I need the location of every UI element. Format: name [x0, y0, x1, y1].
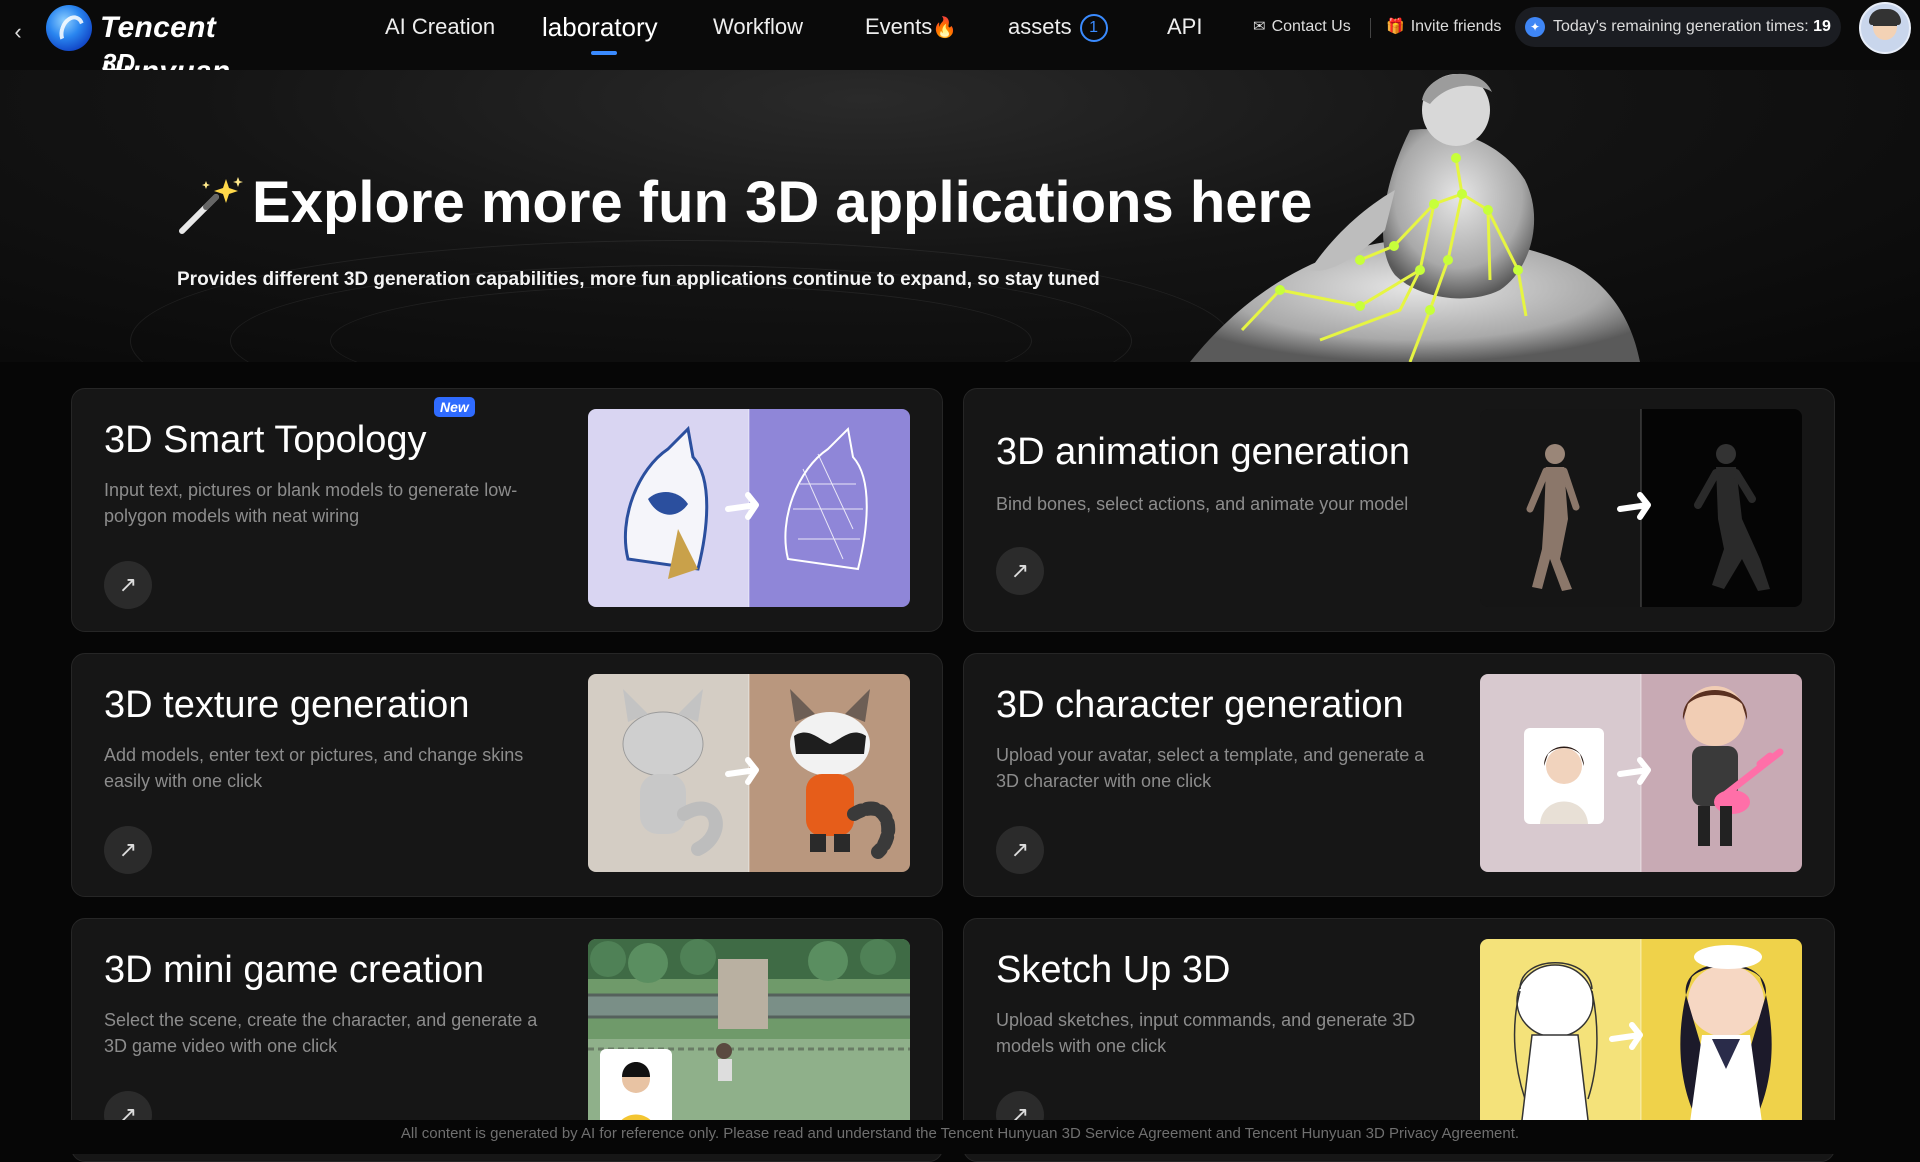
arrow-up-right-icon[interactable]: ↗ — [104, 826, 152, 874]
card-description: Input text, pictures or blank models to … — [104, 480, 518, 526]
magic-wand-icon — [179, 177, 243, 234]
card-description: Upload your avatar, select a template, a… — [996, 745, 1425, 791]
nav-events[interactable]: Events🔥 — [865, 0, 957, 56]
card-3d-animation-generation[interactable]: 3D animation generation Bind bones, sele… — [963, 388, 1835, 632]
brand-suffix: 3D — [102, 48, 136, 70]
nav-workflow[interactable]: Workflow — [713, 0, 803, 56]
card-3d-texture-generation[interactable]: 3D texture generation Add models, enter … — [71, 653, 943, 897]
contact-us-label: Contact Us — [1271, 18, 1351, 35]
card-3d-smart-topology[interactable]: 3D Smart Topology New Input text, pictur… — [71, 388, 943, 632]
fire-icon: 🔥 — [932, 17, 958, 39]
card-title: 3D animation generation — [996, 431, 1411, 473]
top-bar: ‹ Tencent Hunyuan 3D AI Creation laborat… — [0, 0, 1920, 70]
card-description: Select the scene, create the character, … — [104, 1010, 538, 1056]
statue-skeleton-illustration — [1190, 73, 1640, 362]
assets-count-badge: 1 — [1079, 14, 1108, 43]
remaining-generations[interactable]: ✦ Today's remaining generation times: 19 — [1515, 7, 1841, 47]
avatar[interactable] — [1859, 2, 1911, 54]
nav-api[interactable]: API — [1167, 0, 1202, 56]
card-title: 3D mini game creation — [104, 949, 485, 991]
chevron-left-icon[interactable]: ‹ — [6, 20, 30, 44]
nav-assets[interactable]: assets 1 — [1008, 0, 1108, 56]
footer-disclaimer: All content is generated by AI for refer… — [0, 1120, 1920, 1154]
contact-us-link[interactable]: ✉ Contact Us — [1253, 0, 1351, 56]
card-description: Upload sketches, input commands, and gen… — [996, 1010, 1416, 1056]
page-subtitle: Provides different 3D generation capabil… — [177, 269, 1100, 290]
card-title: Sketch Up 3D — [996, 949, 1231, 991]
nav-laboratory[interactable]: laboratory — [542, 0, 658, 56]
new-badge: New — [434, 397, 475, 417]
nav-ai-creation[interactable]: AI Creation — [385, 0, 495, 56]
page-title: Explore more fun 3D applications here — [252, 170, 1313, 235]
mini-game-preview-image — [588, 939, 910, 1137]
card-description: Add models, enter text or pictures, and … — [104, 745, 524, 791]
card-title: 3D character generation — [996, 684, 1404, 726]
invite-friends-label: Invite friends — [1410, 18, 1502, 35]
texture-preview-image — [588, 674, 910, 872]
card-title: 3D texture generation — [104, 684, 470, 726]
topology-preview-image — [588, 409, 910, 607]
nav-events-label: Events — [865, 14, 933, 39]
sketch-preview-image — [1480, 939, 1802, 1137]
card-title: 3D Smart Topology — [104, 419, 427, 461]
arrow-up-right-icon[interactable]: ↗ — [996, 547, 1044, 595]
brand[interactable]: Tencent Hunyuan 3D — [100, 6, 350, 70]
nav-assets-label: assets — [1008, 14, 1072, 39]
gift-icon: 🎁 — [1386, 18, 1405, 35]
remaining-label: Today's remaining generation times: — [1553, 18, 1809, 35]
mail-icon: ✉ — [1253, 18, 1266, 35]
character-preview-image — [1480, 674, 1802, 872]
card-description: Bind bones, select actions, and animate … — [996, 494, 1409, 514]
animation-preview-image — [1480, 409, 1802, 607]
arrow-up-right-icon[interactable]: ↗ — [104, 561, 152, 609]
hero-banner: Explore more fun 3D applications here Pr… — [0, 70, 1920, 362]
sparkle-icon: ✦ — [1525, 17, 1545, 37]
divider — [1370, 18, 1371, 38]
hunyuan-logo[interactable] — [46, 5, 92, 51]
card-3d-character-generation[interactable]: 3D character generation Upload your avat… — [963, 653, 1835, 897]
invite-friends-link[interactable]: 🎁 Invite friends — [1386, 0, 1501, 56]
nav-active-indicator — [591, 51, 617, 55]
remaining-count: 19 — [1813, 18, 1831, 35]
brand-name: Tencent Hunyuan — [100, 11, 230, 70]
arrow-up-right-icon[interactable]: ↗ — [996, 826, 1044, 874]
